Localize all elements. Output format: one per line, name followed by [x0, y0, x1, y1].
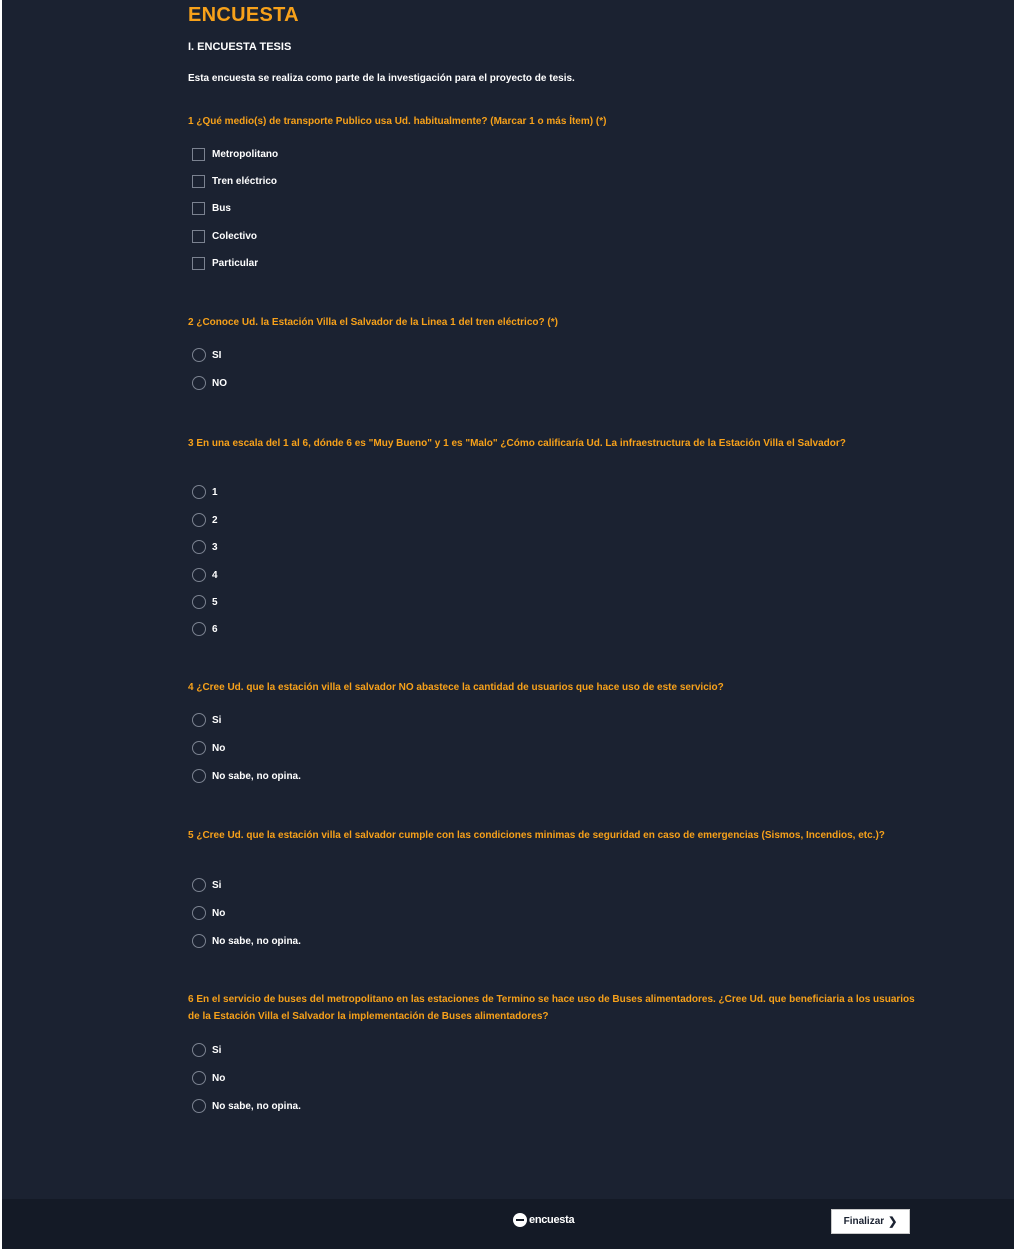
option-no-sabe[interactable]: No sabe, no opina.	[192, 932, 301, 950]
option-label: No	[212, 742, 226, 754]
option-label: SI	[212, 349, 222, 361]
logo-icon	[513, 1213, 527, 1227]
survey-intro: Esta encuesta se realiza como parte de l…	[188, 73, 575, 84]
logo-text: encuesta	[529, 1214, 575, 1226]
radio-button[interactable]	[192, 622, 206, 636]
radio-button[interactable]	[192, 769, 206, 783]
option-1[interactable]: 1	[192, 483, 218, 501]
question-text: 3 En una escala del 1 al 6, dónde 6 es "…	[188, 438, 846, 449]
option-label: 2	[212, 514, 218, 526]
radio-button[interactable]	[192, 1071, 206, 1085]
checkbox[interactable]	[192, 256, 205, 270]
radio-button[interactable]	[192, 906, 206, 920]
option-label: No	[212, 1072, 226, 1084]
option-6[interactable]: 6	[192, 620, 218, 638]
option-metropolitano[interactable]: Metropolitano	[192, 145, 278, 163]
option-label: NO	[212, 377, 227, 389]
option-label: 6	[212, 623, 218, 635]
option-particular[interactable]: Particular	[192, 254, 258, 272]
option-no[interactable]: No	[192, 1069, 225, 1087]
option-no-sabe[interactable]: No sabe, no opina.	[192, 1097, 301, 1115]
section-title: I. ENCUESTA TESIS	[188, 41, 292, 53]
option-no[interactable]: NO	[192, 374, 227, 392]
option-label: 1	[212, 486, 218, 498]
option-label: No sabe, no opina.	[212, 1100, 301, 1112]
radio-button[interactable]	[192, 348, 206, 362]
question-text: 4 ¿Cree Ud. que la estación villa el sal…	[188, 682, 724, 693]
option-label: 5	[212, 596, 218, 608]
survey-title: ENCUESTA	[188, 4, 299, 26]
option-no-sabe[interactable]: No sabe, no opina.	[192, 767, 301, 785]
radio-button[interactable]	[192, 513, 206, 527]
radio-button[interactable]	[192, 540, 206, 554]
option-2[interactable]: 2	[192, 511, 218, 529]
radio-button[interactable]	[192, 568, 206, 582]
question-text: 5 ¿Cree Ud. que la estación villa el sal…	[188, 830, 885, 841]
checkbox[interactable]	[192, 174, 205, 188]
question-1: 1 ¿Qué medio(s) de transporte Publico us…	[188, 113, 923, 270]
option-no[interactable]: No	[192, 739, 225, 757]
finish-button[interactable]: Finalizar ❯	[831, 1209, 910, 1234]
option-label: No sabe, no opina.	[212, 770, 301, 782]
checkbox[interactable]	[192, 201, 205, 215]
option-si[interactable]: SI	[192, 346, 221, 364]
question-4: 4 ¿Cree Ud. que la estación villa el sal…	[188, 679, 923, 783]
option-si[interactable]: Si	[192, 876, 221, 894]
radio-button[interactable]	[192, 376, 206, 390]
option-label: Colectivo	[212, 230, 258, 242]
encuesta-logo: encuesta	[513, 1212, 575, 1228]
question-3: 3 En una escala del 1 al 6, dónde 6 es "…	[188, 435, 923, 636]
option-si[interactable]: Si	[192, 1041, 221, 1059]
finish-label: Finalizar	[843, 1216, 885, 1227]
question-text: 6 En el servicio de buses del metropolit…	[188, 994, 915, 1022]
option-label: No	[212, 907, 226, 919]
question-text: 1 ¿Qué medio(s) de transporte Publico us…	[188, 116, 607, 127]
survey-page: ENCUESTA I. ENCUESTA TESIS Esta encuesta…	[2, 0, 1014, 1249]
option-label: 4	[212, 569, 218, 581]
option-5[interactable]: 5	[192, 593, 218, 611]
option-label: Bus	[212, 202, 231, 214]
checkbox[interactable]	[192, 229, 205, 243]
chevron-right-icon: ❯	[888, 1216, 898, 1228]
option-label: No sabe, no opina.	[212, 935, 301, 947]
radio-button[interactable]	[192, 878, 206, 892]
option-label: 3	[212, 541, 218, 553]
question-5: 5 ¿Cree Ud. que la estación villa el sal…	[188, 827, 923, 948]
question-2: 2 ¿Conoce Ud. la Estación Villa el Salva…	[188, 314, 923, 390]
radio-button[interactable]	[192, 934, 206, 948]
radio-button[interactable]	[192, 713, 206, 727]
option-label: Metropolitano	[212, 148, 279, 160]
radio-button[interactable]	[192, 485, 206, 499]
option-label: Si	[212, 879, 222, 891]
option-tren-electrico[interactable]: Tren eléctrico	[192, 172, 277, 190]
question-6: 6 En el servicio de buses del metropolit…	[188, 991, 923, 1113]
option-label: Si	[212, 714, 222, 726]
option-si[interactable]: Si	[192, 711, 221, 729]
question-text: 2 ¿Conoce Ud. la Estación Villa el Salva…	[188, 317, 558, 328]
option-3[interactable]: 3	[192, 538, 218, 556]
footer-bar: encuesta Finalizar ❯	[2, 1199, 1014, 1249]
option-label: Particular	[212, 257, 259, 269]
option-no[interactable]: No	[192, 904, 225, 922]
option-bus[interactable]: Bus	[192, 199, 231, 217]
option-colectivo[interactable]: Colectivo	[192, 227, 257, 245]
option-label: Si	[212, 1044, 222, 1056]
option-4[interactable]: 4	[192, 566, 218, 584]
radio-button[interactable]	[192, 1043, 206, 1057]
checkbox[interactable]	[192, 147, 205, 161]
radio-button[interactable]	[192, 595, 206, 609]
radio-button[interactable]	[192, 741, 206, 755]
option-label: Tren eléctrico	[212, 175, 278, 187]
radio-button[interactable]	[192, 1099, 206, 1113]
